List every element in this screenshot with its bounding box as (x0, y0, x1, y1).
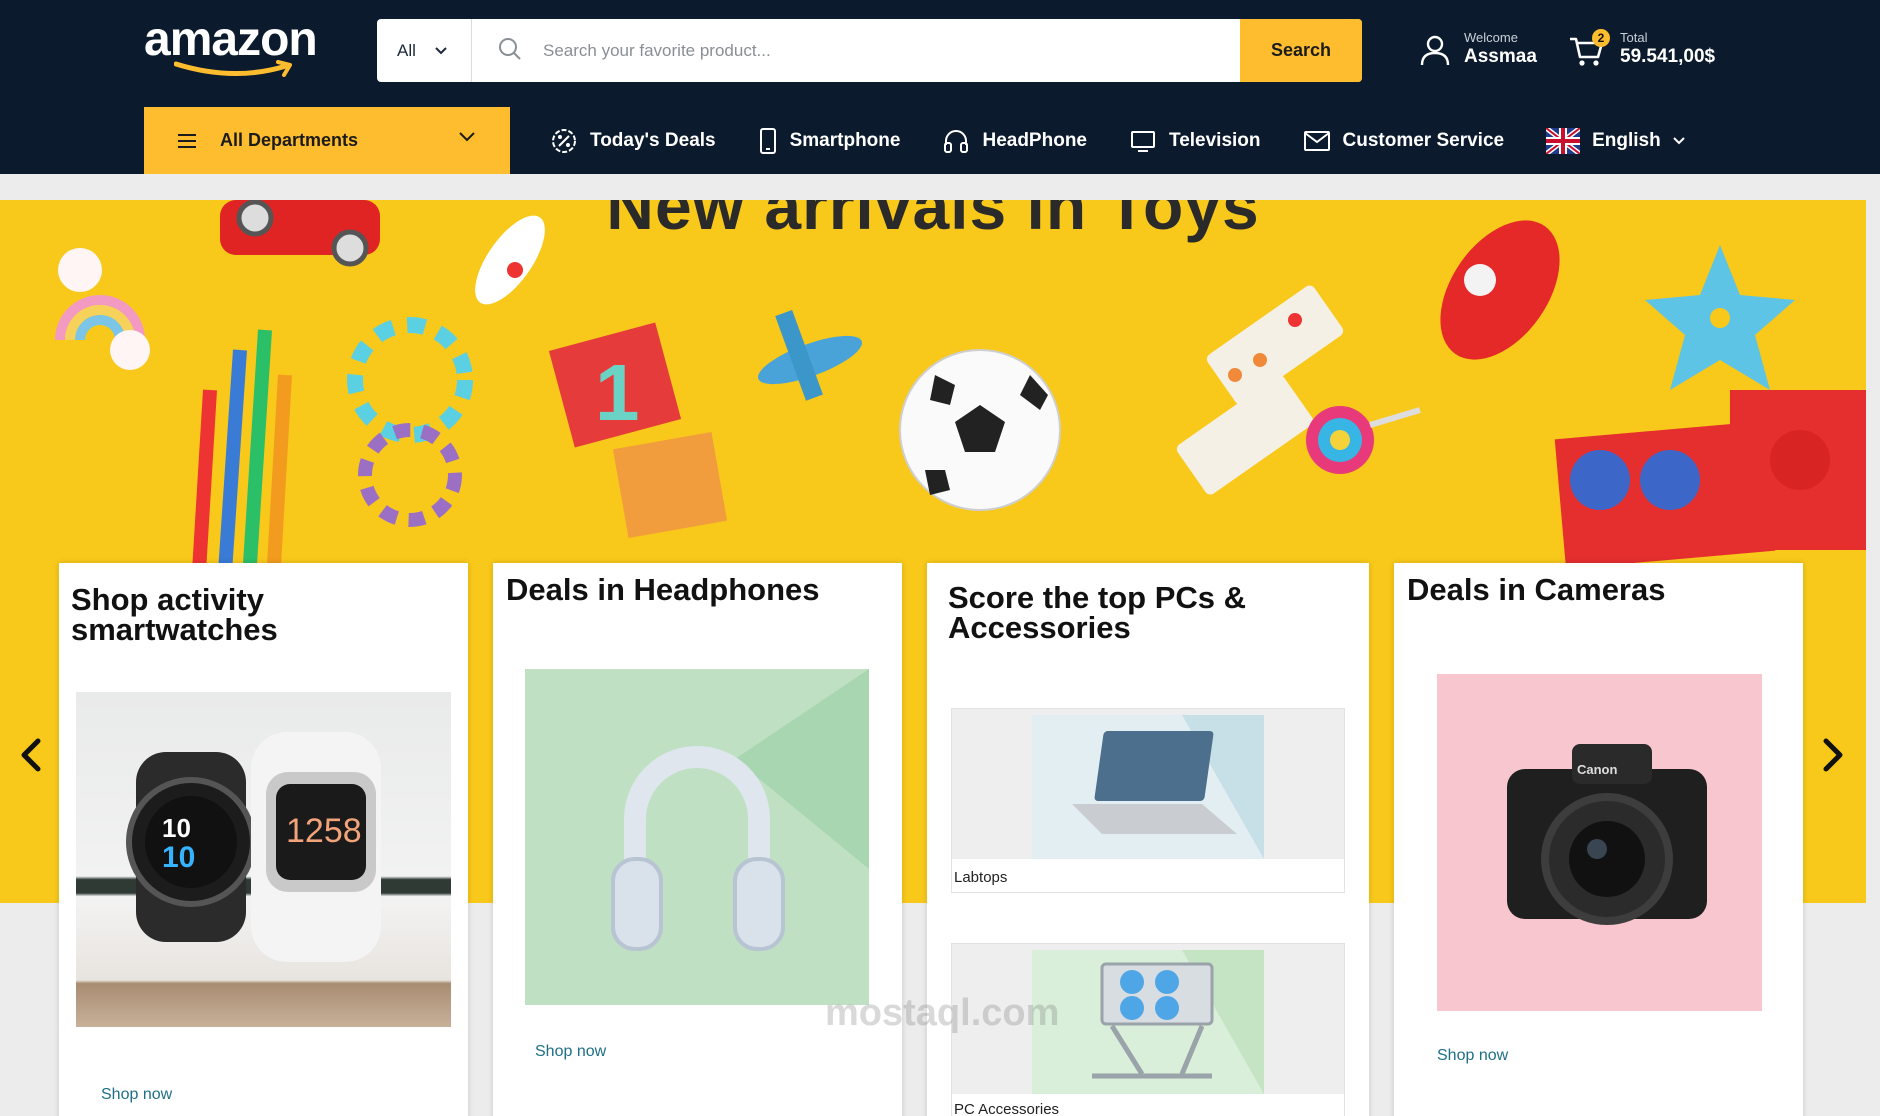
welcome-label: Welcome (1464, 30, 1518, 45)
product-card-smartwatches[interactable]: Shop activity smartwatches 10 10 1258 Sh… (59, 563, 468, 1116)
nav-customer-service[interactable]: Customer Service (1303, 129, 1505, 153)
nav-label: HeadPhone (982, 129, 1087, 151)
search-button[interactable]: Search (1240, 19, 1362, 82)
nav-television[interactable]: Television (1129, 128, 1261, 154)
soccer-ball-illustration (899, 349, 1061, 511)
user-icon (1420, 35, 1450, 66)
svg-text:10: 10 (162, 841, 195, 874)
rainbow-illustration (55, 248, 150, 370)
uk-flag-icon (1546, 127, 1581, 154)
watermark: mostaql.com (825, 992, 1060, 1034)
smartphone-icon (759, 127, 776, 154)
user-name: Assmaa (1464, 46, 1537, 67)
cart-total-label: Total (1620, 30, 1648, 45)
carousel-next-arrow-icon[interactable] (1812, 735, 1852, 775)
television-icon (1131, 130, 1155, 152)
nav-smartphone[interactable]: Smartphone (758, 127, 901, 155)
chevron-down-icon (459, 132, 475, 142)
account-menu[interactable]: Welcome Assmaa (1418, 28, 1537, 72)
block-illustration: 1 (548, 322, 728, 538)
lego-blocks-illustration (1554, 390, 1866, 569)
main-nav: Today's Deals Smartphone HeadPhone Telev… (550, 107, 1727, 174)
search-input[interactable] (543, 19, 1183, 82)
logo-text: amazon (144, 13, 318, 66)
camera-image: Canon (1437, 674, 1762, 1011)
star-illustration (1645, 245, 1795, 390)
subcategory-tile-laptops[interactable]: Labtops (951, 708, 1345, 893)
cart-total-value: 59.541,00$ (1620, 46, 1716, 67)
envelope-icon (1303, 130, 1330, 151)
card-title: Score the top PCs & Accessories (948, 580, 1246, 645)
cart-count-badge: 2 (1592, 29, 1610, 47)
nav-label: Smartphone (789, 129, 901, 151)
shop-now-link[interactable]: Shop now (101, 1086, 172, 1104)
shop-now-link[interactable]: Shop now (535, 1043, 606, 1061)
laptop-image (952, 709, 1344, 859)
svg-text:Canon: Canon (1577, 762, 1618, 777)
hamburger-icon (178, 133, 196, 148)
product-card-cameras[interactable]: Deals in Cameras Canon Shop now (1394, 563, 1803, 1116)
percent-badge-icon (552, 128, 576, 153)
amazon-logo[interactable]: amazon (144, 14, 334, 84)
nav-label: Television (1169, 129, 1261, 151)
chevron-down-icon (1673, 136, 1685, 144)
search-bar: All Search (377, 19, 1362, 82)
tile-label: Labtops (954, 869, 1008, 886)
tile-label: PC Accessories (954, 1101, 1060, 1116)
logo-smile-icon (174, 60, 292, 77)
language-label: English (1592, 129, 1661, 151)
rocket-small-illustration (475, 215, 545, 305)
card-title: Deals in Headphones (506, 572, 820, 607)
nav-label: Today's Deals (590, 129, 716, 151)
shop-now-link[interactable]: Shop now (1437, 1047, 1508, 1065)
carousel-prev-arrow-icon[interactable] (12, 735, 52, 775)
toy-car-illustration (220, 200, 380, 267)
nav-headphone[interactable]: HeadPhone (942, 127, 1087, 155)
headphone-icon (944, 129, 969, 153)
all-departments-dropdown[interactable]: All Departments (144, 107, 510, 174)
all-departments-label: All Departments (220, 130, 359, 150)
smartwatches-image: 10 10 1258 (76, 692, 451, 1027)
language-selector[interactable]: English (1546, 127, 1685, 154)
chevron-down-icon (435, 46, 447, 54)
svg-text:10: 10 (162, 813, 191, 843)
lollipop-illustration (1306, 406, 1421, 474)
search-icon (499, 38, 521, 60)
headphones-image (525, 669, 869, 1005)
nav-todays-deals[interactable]: Today's Deals (550, 127, 716, 155)
svg-text:1: 1 (595, 348, 640, 437)
svg-text:1258: 1258 (286, 812, 362, 850)
top-header: amazon All Search Welcome Assmaa (0, 0, 1880, 174)
search-category-label: All (397, 40, 416, 60)
rocket-illustration (1440, 220, 1560, 360)
card-title: Shop activity smartwatches (71, 582, 278, 647)
toy-plane-illustration (758, 309, 862, 401)
nav-label: Customer Service (1342, 129, 1505, 151)
cart-button[interactable]: 2 Total 59.541,00$ (1568, 28, 1715, 72)
card-title: Deals in Cameras (1407, 572, 1666, 607)
search-category-select[interactable]: All (377, 19, 472, 82)
flower-toy-illustration (347, 317, 473, 527)
